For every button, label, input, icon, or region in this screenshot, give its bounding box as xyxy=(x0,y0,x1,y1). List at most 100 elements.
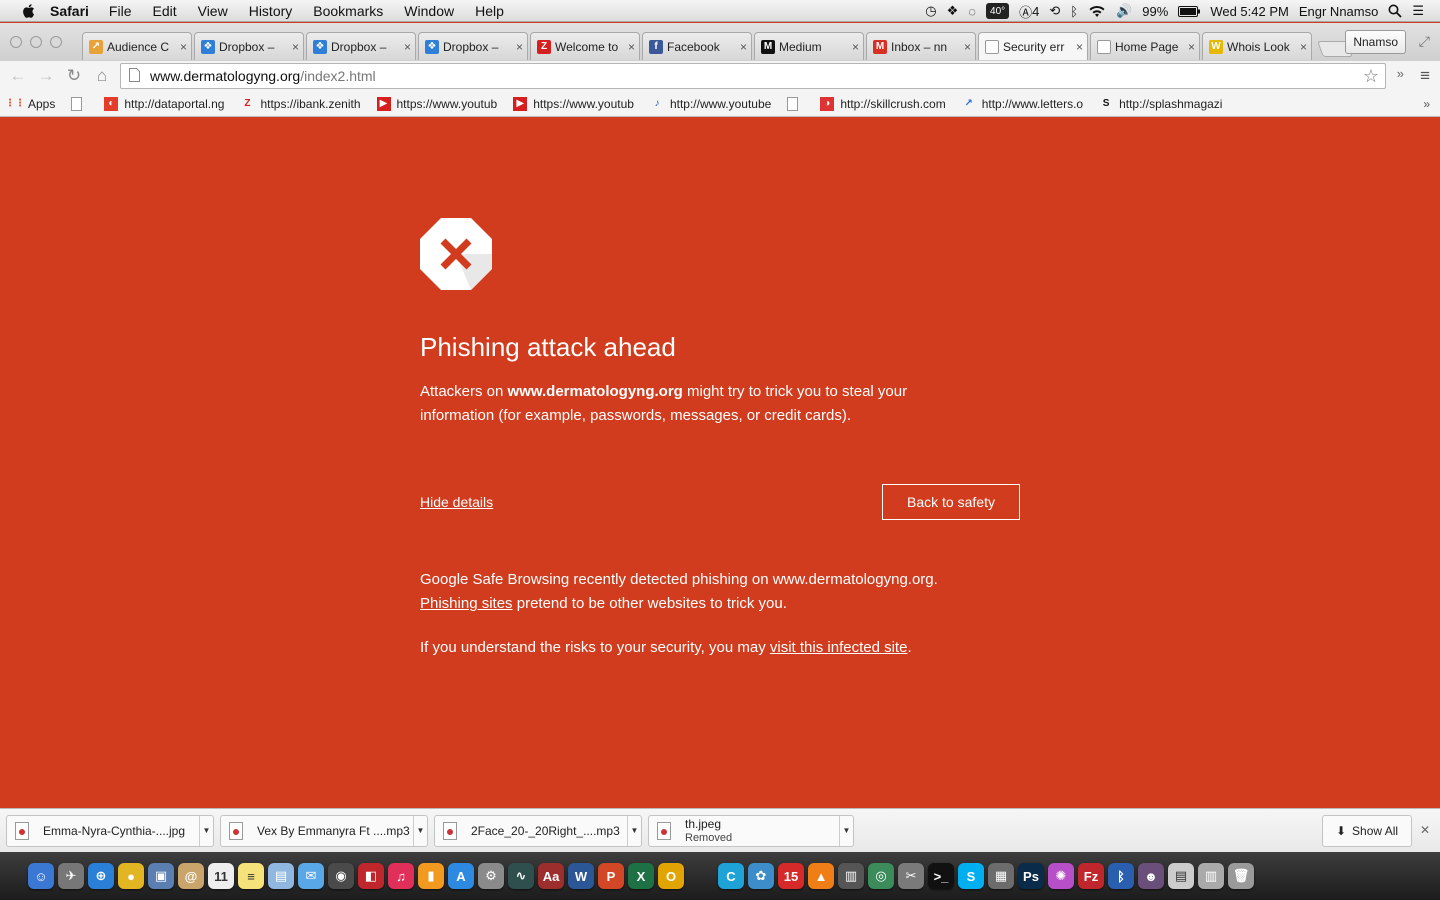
close-tab-icon[interactable]: × xyxy=(404,40,411,54)
communicator-icon[interactable]: C xyxy=(718,863,744,889)
word-icon[interactable]: W xyxy=(568,863,594,889)
bookmark-item[interactable]: ▶ https://www.youtub xyxy=(513,96,634,111)
sync-tray-icon[interactable]: ◌ xyxy=(968,3,976,19)
tab[interactable]: f Facebook × xyxy=(642,32,752,60)
calendar-icon[interactable]: 11 xyxy=(208,863,234,889)
bookmark-item[interactable]: Zhttps://ibank.zenith xyxy=(240,97,360,111)
close-tab-icon[interactable]: × xyxy=(740,40,747,54)
close-tab-icon[interactable]: × xyxy=(180,40,187,54)
tab[interactable]: ↗ Audience C × xyxy=(82,32,192,60)
profile-button[interactable]: Nnamso xyxy=(1345,30,1406,54)
page-info-icon[interactable] xyxy=(129,67,140,85)
menu-edit[interactable]: Edit xyxy=(152,3,176,19)
photo-booth-icon[interactable]: ◧ xyxy=(358,863,384,889)
download-menu-caret-icon[interactable]: ▼ xyxy=(413,815,427,846)
browser-menu-icon[interactable]: ≡ xyxy=(1420,66,1430,86)
close-tab-icon[interactable]: × xyxy=(292,40,299,54)
tab[interactable]: ❖ Dropbox – × xyxy=(306,32,416,60)
download-item[interactable]: 2Face_20-_20Right_....mp3 ▼ xyxy=(434,814,642,847)
notes-icon[interactable]: ≡ xyxy=(238,863,264,889)
close-tab-icon[interactable]: × xyxy=(1300,40,1307,54)
extensions-overflow-icon[interactable]: » xyxy=(1397,66,1404,81)
bookmark-item[interactable]: ◐ http://dataportal.ng xyxy=(104,96,224,111)
menu-help[interactable]: Help xyxy=(475,3,504,19)
photos-icon[interactable]: ▤ xyxy=(268,863,294,889)
app-menu-safari[interactable]: Safari xyxy=(50,3,89,19)
show-all-downloads-button[interactable]: ⬇ Show All xyxy=(1322,815,1412,847)
dictionary-icon[interactable]: Aa xyxy=(538,863,564,889)
app-store-icon[interactable]: A xyxy=(448,863,474,889)
bookmark-star-icon[interactable]: ☆ xyxy=(1363,66,1379,87)
menubar-clock[interactable]: Wed 5:42 PM xyxy=(1210,4,1289,19)
close-tab-icon[interactable]: × xyxy=(516,40,523,54)
user-folder-icon[interactable]: ☻ xyxy=(1138,863,1164,889)
download-menu-caret-icon[interactable]: ▼ xyxy=(839,815,853,846)
dropbox-tray-icon[interactable]: ❖ xyxy=(947,3,959,19)
tab[interactable]: Home Page × xyxy=(1090,32,1200,60)
forward-arrow-icon[interactable]: → xyxy=(32,66,60,86)
tab[interactable]: ❖ Dropbox – × xyxy=(418,32,528,60)
safari-icon[interactable]: ⊕ xyxy=(88,863,114,889)
time-machine-icon[interactable]: ⟲ xyxy=(1049,3,1060,19)
notification-center-icon[interactable]: ☰ xyxy=(1412,3,1424,19)
phishing-sites-link[interactable]: Phishing sites xyxy=(420,595,513,612)
zoom-window-button[interactable] xyxy=(50,36,62,48)
tab[interactable]: W Whois Look × xyxy=(1202,32,1312,60)
bookmark-item[interactable] xyxy=(71,96,88,111)
close-tab-icon[interactable]: × xyxy=(852,40,859,54)
adobe-tray-icon[interactable]: Ⓐ 4 xyxy=(1019,3,1039,20)
battery-icon[interactable] xyxy=(1178,3,1201,19)
messages-icon[interactable]: ✉ xyxy=(298,863,324,889)
image-capture-icon[interactable]: ▦ xyxy=(988,863,1014,889)
network-icon[interactable]: ◎ xyxy=(868,863,894,889)
tab[interactable]: ❖ Dropbox – × xyxy=(194,32,304,60)
spotlight-search-icon[interactable] xyxy=(1388,3,1402,19)
minimize-window-button[interactable] xyxy=(30,36,42,48)
trash-icon[interactable]: 🗑 xyxy=(1228,863,1254,889)
bookmark-item[interactable]: ↗ http://www.letters.o xyxy=(962,97,1084,111)
visit-infected-site-link[interactable]: visit this infected site xyxy=(770,639,908,656)
menu-window[interactable]: Window xyxy=(404,3,454,19)
close-tab-icon[interactable]: × xyxy=(964,40,971,54)
bookmark-item[interactable]: ♪ http://www.youtube xyxy=(650,97,771,111)
preview-icon[interactable]: ▣ xyxy=(148,863,174,889)
reload-icon[interactable]: ↻ xyxy=(60,66,88,86)
tab[interactable]: M Medium × xyxy=(754,32,864,60)
outlook-icon[interactable]: O xyxy=(658,863,684,889)
menubar-user[interactable]: Engr Nnamso xyxy=(1299,4,1378,19)
system-preferences-icon[interactable]: ⚙ xyxy=(478,863,504,889)
close-tab-icon[interactable]: × xyxy=(1188,40,1195,54)
facetime-icon[interactable]: ◉ xyxy=(328,863,354,889)
chrome-icon[interactable]: ● xyxy=(118,863,144,889)
bookmark-item[interactable]: ◑ http://skillcrush.com xyxy=(820,96,946,111)
download-menu-caret-icon[interactable]: ▼ xyxy=(627,815,641,846)
badge-15-icon[interactable]: 15 xyxy=(778,863,804,889)
excel-icon[interactable]: X xyxy=(628,863,654,889)
menu-history[interactable]: History xyxy=(249,3,293,19)
terminal-icon[interactable]: >_ xyxy=(928,863,954,889)
menu-bookmarks[interactable]: Bookmarks xyxy=(313,3,383,19)
clock-tray-icon[interactable]: ◷ xyxy=(925,3,936,19)
hide-details-link[interactable]: Hide details xyxy=(420,494,493,510)
back-arrow-icon[interactable]: ← xyxy=(4,66,32,86)
launchpad-icon[interactable]: ✈ xyxy=(58,863,84,889)
photoshop-icon[interactable]: Ps xyxy=(1018,863,1044,889)
downloads-stack-icon[interactable]: ▥ xyxy=(1198,863,1224,889)
tab[interactable]: Security err × xyxy=(978,32,1088,60)
fullscreen-icon[interactable]: ⤢ xyxy=(1419,33,1430,50)
utilities-icon[interactable]: ✂ xyxy=(898,863,924,889)
temperature-badge[interactable]: 40° xyxy=(986,3,1010,19)
skype-icon[interactable]: S xyxy=(958,863,984,889)
close-tab-icon[interactable]: × xyxy=(628,40,635,54)
powerpoint-icon[interactable]: P xyxy=(598,863,624,889)
tab[interactable]: M Inbox – nn × xyxy=(866,32,976,60)
close-shelf-icon[interactable]: ✕ xyxy=(1420,823,1430,837)
filezilla-icon[interactable]: Fz xyxy=(1078,863,1104,889)
ibooks-icon[interactable]: ▮ xyxy=(418,863,444,889)
close-tab-icon[interactable]: × xyxy=(1076,40,1083,54)
home-icon[interactable]: ⌂ xyxy=(88,66,116,86)
console-icon[interactable]: ▥ xyxy=(838,863,864,889)
back-to-safety-button[interactable]: Back to safety xyxy=(882,484,1020,520)
download-item[interactable]: Vex By Emmanyra Ft ....mp3 ▼ xyxy=(220,814,428,847)
vlc-icon[interactable]: ▲ xyxy=(808,863,834,889)
